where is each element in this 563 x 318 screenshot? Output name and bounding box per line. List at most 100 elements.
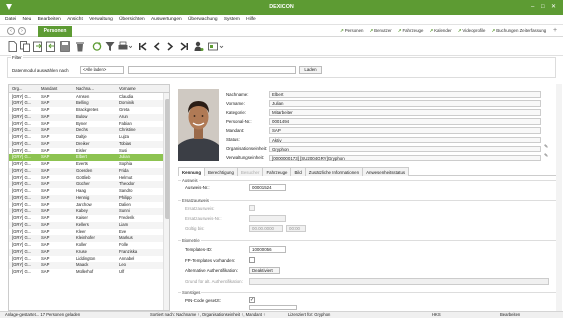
table-row[interactable]: [GRY] G... SAP Maack Leo [9, 262, 163, 269]
table-row[interactable]: [GRY] G... SAP Elbert Julian [9, 154, 163, 161]
back-icon[interactable]: ‹ [7, 27, 15, 35]
delete-icon[interactable] [75, 41, 85, 52]
export-icon[interactable] [33, 41, 43, 52]
person-field-value[interactable]: 0001494 [269, 118, 541, 125]
table-row[interactable]: [GRY] G... SAP Gottlieb Helmut [9, 175, 163, 182]
table-row[interactable]: [GRY] G... SAP Bulow Arun [9, 113, 163, 121]
person-search-icon[interactable] [194, 41, 204, 52]
quicklink-5[interactable]: ↗Buchungen Zeiterfassung [492, 28, 550, 34]
table-row[interactable]: [GRY] G... SAP Kleer Eve [9, 229, 163, 236]
close-button[interactable]: ✕ [551, 4, 556, 10]
first-record-icon[interactable] [138, 41, 148, 52]
detail-tab-0[interactable]: Kennung [178, 167, 206, 176]
quicklink-4[interactable]: ↗Videoprofile [458, 28, 489, 34]
filter-icon[interactable] [105, 41, 115, 52]
table-row[interactable]: [GRY] G... SAP Byner Fabian [9, 121, 163, 128]
card-dropdown-icon[interactable] [208, 41, 224, 52]
table-row[interactable]: [GRY] G... SAP Gücher Theodor [9, 181, 163, 188]
template-id-input[interactable]: 10000056 [249, 246, 286, 253]
detail-tab-1[interactable]: Berechtigung [204, 167, 238, 176]
menu-verwaltung[interactable]: Verwaltung [89, 17, 113, 22]
person-field-value[interactable]: Aktiv [269, 136, 541, 143]
ersatzausweis-nr-input[interactable] [249, 215, 286, 222]
table-row[interactable]: [GRY] G... SAP Jarchow Dalien [9, 202, 163, 209]
table-row[interactable]: [GRY] G... SAP Haag Sandro [9, 188, 163, 195]
table-row[interactable]: [GRY] G... SAP Belling Dominik [9, 100, 163, 107]
table-row[interactable]: [GRY] G... SAP Everts Sophia [9, 161, 163, 168]
menu-ansicht[interactable]: Ansicht [67, 17, 83, 22]
table-row[interactable]: [GRY] G... SAP Kellers Liam [9, 221, 163, 229]
menu-system[interactable]: System [224, 17, 240, 22]
column-header-vorname[interactable]: Vorname [119, 86, 136, 91]
person-field-value[interactable]: [0000000173] [SU2004GRY]Gryphon [269, 154, 541, 162]
table-row[interactable]: [GRY] G... SAP Kaiser Frederik [9, 215, 163, 222]
detail-tab-3[interactable]: Fahrzeuge [262, 167, 292, 176]
maximize-button[interactable]: □ [541, 4, 545, 10]
person-field-value[interactable]: Mitarbeiter [269, 109, 541, 116]
menu-neu[interactable]: Neu [22, 17, 31, 22]
table-row[interactable]: [GRY] G... SAP Kabey Sunni [9, 208, 163, 215]
person-field-value[interactable]: Elbert [269, 91, 541, 98]
last-record-icon[interactable] [179, 41, 189, 52]
ersatzausweis-checkbox[interactable] [249, 205, 255, 211]
filter-input[interactable] [128, 66, 296, 74]
gueltig-bis-date-input[interactable]: 00.00.0000 [249, 225, 283, 232]
alt-auth-select[interactable]: Deaktiviert [249, 267, 280, 274]
edit-verwaltung-icon[interactable]: ✎ [544, 153, 550, 159]
menu-datei[interactable]: Datei [5, 17, 16, 22]
quicklink-0[interactable]: ↗Personen [340, 28, 366, 34]
previous-record-icon[interactable] [152, 41, 162, 52]
menu-auswertungen[interactable]: Auswertungen [151, 17, 182, 22]
column-header-mandant[interactable]: Mandant [41, 86, 57, 91]
forward-icon[interactable]: › [18, 27, 26, 35]
grid-scroll-thumb[interactable] [165, 99, 169, 219]
add-quicklink-icon[interactable]: + [553, 27, 557, 34]
filter-select[interactable]: <Alle laden> [80, 66, 124, 74]
table-row[interactable]: [GRY] G... SAP Brackgretes Greta [9, 107, 163, 114]
table-row[interactable]: [GRY] G... SAP Daltje Lujza [9, 134, 163, 141]
column-header-org[interactable]: Org... [12, 86, 22, 91]
table-row[interactable]: [GRY] G... SAP Koller Folle [9, 242, 163, 249]
table-row[interactable]: [GRY] G... SAP Goerden Frida [9, 167, 163, 175]
detail-scrollbar[interactable] [556, 84, 562, 311]
edit-organisation-icon[interactable]: ✎ [544, 144, 550, 150]
refresh-icon[interactable] [92, 41, 102, 52]
quicklink-1[interactable]: ↗Benutzer [369, 28, 394, 34]
load-button[interactable]: Laden [299, 66, 322, 74]
new-document-icon[interactable] [7, 41, 17, 52]
table-row[interactable]: [GRY] G... SAP Eisler Susi [9, 148, 163, 155]
ausweis-nr-input[interactable]: 00001524 [249, 184, 286, 191]
table-row[interactable]: [GRY] G... SAP Kleinhofer Markus [9, 235, 163, 242]
print-icon[interactable] [118, 41, 133, 52]
quicklink-2[interactable]: ↗Fahrzeuge [398, 28, 427, 34]
menu-uebersichten[interactable]: Übersichten [119, 17, 145, 22]
pin-code-checkbox[interactable]: ✓ [249, 297, 255, 303]
detail-tab-5[interactable]: Zusätzliche Informationen [304, 167, 364, 176]
minimize-button[interactable]: – [531, 4, 534, 10]
tab-personen[interactable]: Personen [38, 26, 72, 37]
detail-tab-6[interactable]: Anwesenheitsstatus [362, 167, 410, 176]
table-row[interactable]: [GRY] G... SAP Arnsen Claudia [9, 94, 163, 101]
pin-code-input[interactable] [249, 305, 297, 310]
menu-bearbeiten[interactable]: Bearbeiten [38, 17, 61, 22]
save-icon[interactable] [60, 41, 70, 52]
table-row[interactable]: [GRY] G... SAP Müllerhof Ulf [9, 269, 163, 276]
fp-templates-checkbox[interactable] [249, 257, 255, 263]
table-row[interactable]: [GRY] G... SAP Hennig Philipp [9, 194, 163, 202]
detail-tab-2[interactable]: Besucher [236, 167, 264, 176]
quicklink-3[interactable]: ↗Kalender [429, 28, 454, 34]
table-row[interactable]: [GRY] G... SAP Dreiker Tobias [9, 140, 163, 148]
menu-ueberwachung[interactable]: Überwachung [188, 17, 218, 22]
table-row[interactable]: [GRY] G... SAP Liddington Annabel [9, 256, 163, 263]
table-row[interactable]: [GRY] G... SAP Dechs Christine [9, 127, 163, 134]
table-row[interactable]: [GRY] G... SAP Kruse Franziska [9, 248, 163, 256]
gueltig-bis-time-input[interactable]: 00:00 [286, 225, 306, 232]
person-field-value[interactable]: Julian [269, 100, 541, 107]
alt-auth-reason-input[interactable] [249, 278, 549, 285]
person-field-value[interactable]: SAP [269, 127, 541, 134]
copy-icon[interactable] [20, 41, 30, 52]
import-icon[interactable] [46, 41, 56, 52]
detail-tab-4[interactable]: Bild [290, 167, 306, 176]
column-header-nachname[interactable]: Nachna... [76, 86, 94, 91]
menu-hilfe[interactable]: Hilfe [246, 17, 256, 22]
